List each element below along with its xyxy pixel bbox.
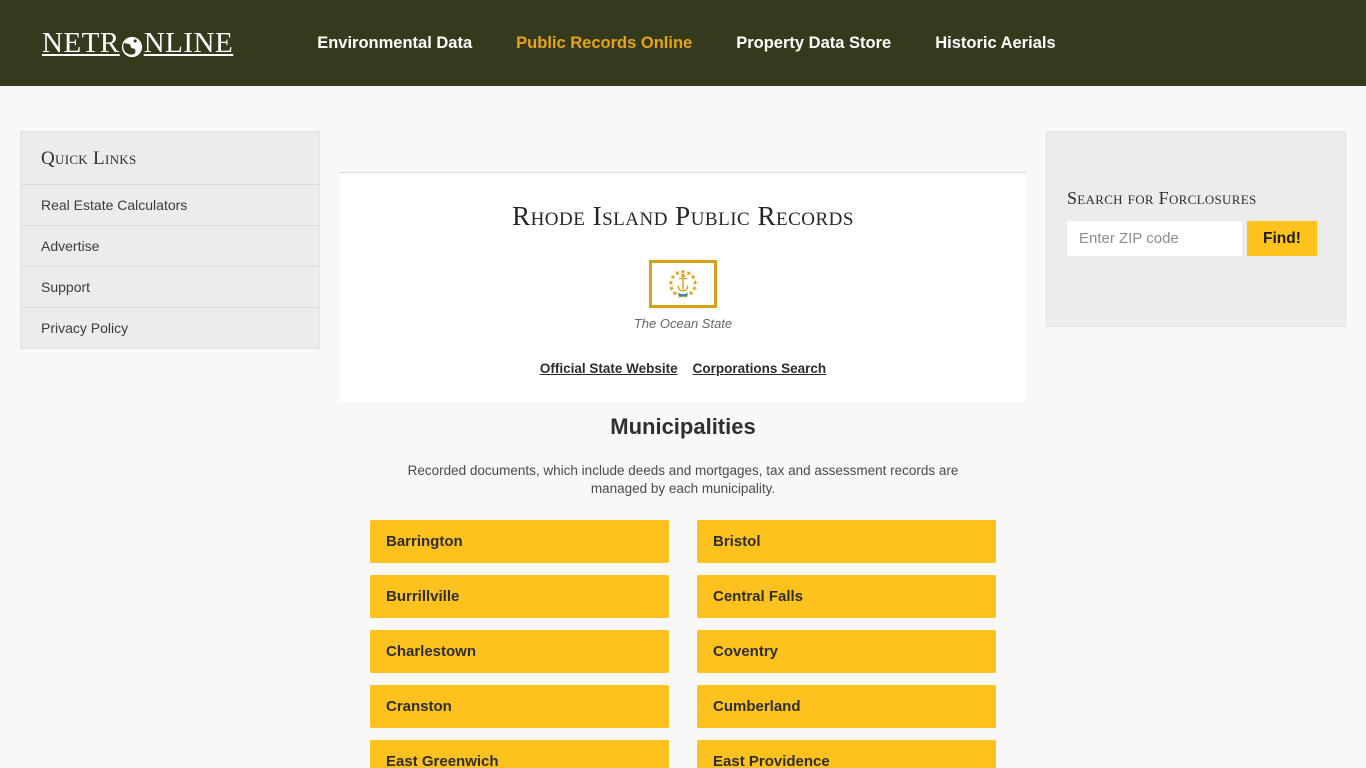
municipality-button[interactable]: East Greenwich xyxy=(370,739,669,768)
site-header: NETR NLINE Environmental Data Public Rec… xyxy=(0,0,1366,86)
municipality-button[interactable]: Central Falls xyxy=(697,574,996,618)
municipality-button[interactable]: Cranston xyxy=(370,684,669,728)
quick-links-panel: Quick Links Real Estate Calculators Adve… xyxy=(20,131,320,349)
rhode-island-flag-icon xyxy=(649,260,717,308)
nav-item-historic-aerials[interactable]: Historic Aerials xyxy=(913,34,1077,53)
municipalities-note: Recorded documents, which include deeds … xyxy=(407,463,959,496)
nav-item-environmental-data[interactable]: Environmental Data xyxy=(295,34,494,53)
municipalities-grid: Barrington Bristol Burrillville Central … xyxy=(340,519,1026,768)
corporations-search-link[interactable]: Corporations Search xyxy=(693,361,827,376)
state-nickname: The Ocean State xyxy=(633,316,733,331)
quick-link-advertise[interactable]: Advertise xyxy=(21,225,319,266)
page-title: Rhode Island Public Records xyxy=(512,201,854,231)
municipality-button[interactable]: Burrillville xyxy=(370,574,669,618)
quick-link-support[interactable]: Support xyxy=(21,266,319,307)
official-state-website-link[interactable]: Official State Website xyxy=(540,361,678,376)
quick-links-title: Quick Links xyxy=(41,148,137,169)
state-card-links: Official State Website Corporations Sear… xyxy=(360,361,1006,376)
municipalities-section: Municipalities Recorded documents, which… xyxy=(340,402,1026,768)
municipality-button[interactable]: East Providence xyxy=(697,739,996,768)
nav-item-property-data-store[interactable]: Property Data Store xyxy=(714,34,913,53)
main-navigation: Environmental Data Public Records Online… xyxy=(295,34,1077,53)
page-body: Quick Links Real Estate Calculators Adve… xyxy=(0,86,1366,768)
state-flag-block: The Ocean State xyxy=(360,260,1006,331)
state-info-card: Rhode Island Public Records The Ocean St… xyxy=(340,172,1026,402)
nav-item-public-records-online[interactable]: Public Records Online xyxy=(494,34,714,53)
municipality-button[interactable]: Charlestown xyxy=(370,629,669,673)
municipalities-heading: Municipalities xyxy=(610,414,756,439)
logo-text-prefix: NETR xyxy=(42,26,120,59)
logo-text-suffix: NLINE xyxy=(143,26,234,59)
quick-link-privacy-policy[interactable]: Privacy Policy xyxy=(21,307,319,348)
globe-icon xyxy=(121,34,143,58)
main-content: Rhode Island Public Records The Ocean St… xyxy=(340,86,1026,768)
municipality-button[interactable]: Bristol xyxy=(697,519,996,563)
municipality-button[interactable]: Barrington xyxy=(370,519,669,563)
site-logo[interactable]: NETR NLINE xyxy=(42,26,234,59)
municipality-button[interactable]: Coventry xyxy=(697,629,996,673)
municipality-button[interactable]: Cumberland xyxy=(697,684,996,728)
